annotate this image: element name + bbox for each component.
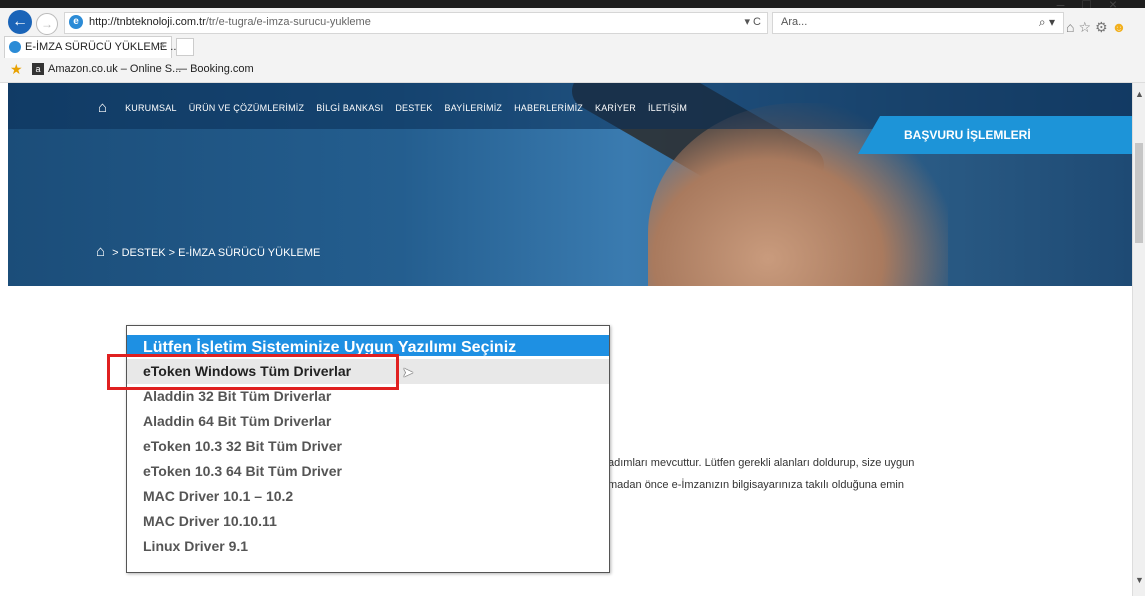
dropdown-header[interactable]: Lütfen İşletim Sisteminize Uygun Yazılım… <box>127 335 609 356</box>
ie-icon: e <box>69 15 83 29</box>
refresh-icon[interactable]: ▾ C <box>744 15 761 28</box>
window-titlebar <box>0 0 1145 8</box>
forward-arrow-icon[interactable]: → <box>36 13 58 35</box>
new-tab-button[interactable] <box>176 38 194 56</box>
mouse-cursor-icon: ➤ <box>402 364 414 380</box>
favorites-bar: ★ a Amazon.co.uk – Online S... — Booking… <box>0 58 1145 83</box>
search-icon[interactable]: ⌕ ▾ <box>1039 15 1055 30</box>
basvuru-label: BAŞVURU İŞLEMLERİ <box>904 128 1031 142</box>
nav-item-urun[interactable]: ÜRÜN VE ÇÖZÜMLERİMİZ <box>189 103 305 113</box>
nav-item-iletisim[interactable]: İLETİŞİM <box>648 103 687 113</box>
gear-icon[interactable]: ⚙ <box>1095 19 1112 35</box>
nav-item-kurumsal[interactable]: KURUMSAL <box>125 103 177 113</box>
dropdown-option[interactable]: Aladdin 64 Bit Tüm Driverlar <box>127 409 609 434</box>
favorites-star-icon[interactable]: ★ <box>10 61 23 78</box>
nav-item-bayilerimiz[interactable]: BAYİLERİMİZ <box>445 103 503 113</box>
dropdown-option[interactable]: MAC Driver 10.10.11 <box>127 509 609 534</box>
tab-close-icon[interactable]: × <box>159 40 165 52</box>
breadcrumb: ⌂ > DESTEK > E-İMZA SÜRÜCÜ YÜKLEME <box>96 243 320 260</box>
body-line-1: adımları mevcuttur. Lütfen gerekli alanl… <box>608 457 915 469</box>
nav-item-bilgi[interactable]: BİLGİ BANKASI <box>316 103 383 113</box>
body-line-2: madan önce e-İmzanızın bilgisayarınıza t… <box>608 479 904 491</box>
smiley-icon[interactable]: ☻ <box>1112 19 1131 35</box>
scroll-down-icon[interactable]: ▼ <box>1135 575 1144 585</box>
nav-item-kariyer[interactable]: KARİYER <box>595 103 636 113</box>
toolbar-icons: ⌂☆⚙☻ <box>1066 19 1130 36</box>
nav-home-icon[interactable]: ⌂ <box>98 99 107 116</box>
address-bar-row: ← → e http://tnbteknoloji.com.tr/tr/e-tu… <box>0 8 1145 36</box>
search-placeholder: Ara... <box>781 16 808 28</box>
tab-title: E-İMZA SÜRÜCÜ YÜKLEME ... <box>25 41 180 53</box>
page-scrollbar[interactable]: ▲ ▼ <box>1132 83 1145 596</box>
url-text[interactable]: http://tnbteknoloji.com.tr/tr/e-tugra/e-… <box>89 16 371 28</box>
scroll-thumb[interactable] <box>1135 143 1143 243</box>
breadcrumb-home-icon[interactable]: ⌂ <box>96 243 105 260</box>
highlight-annotation <box>107 354 399 390</box>
nav-item-haberlerimiz[interactable]: HABERLERİMİZ <box>514 103 583 113</box>
tab-ie-icon <box>9 41 21 53</box>
dropdown-option[interactable]: eToken 10.3 64 Bit Tüm Driver <box>127 459 609 484</box>
search-input[interactable]: Ara... ⌕ ▾ <box>772 12 1064 34</box>
hero-banner: ⌂ KURUMSAL ÜRÜN VE ÇÖZÜMLERİMİZ BİLGİ BA… <box>8 83 1132 286</box>
star-icon[interactable]: ☆ <box>1078 19 1095 35</box>
breadcrumb-text[interactable]: > DESTEK > E-İMZA SÜRÜCÜ YÜKLEME <box>112 247 320 259</box>
home-icon[interactable]: ⌂ <box>1066 19 1078 35</box>
scroll-up-icon[interactable]: ▲ <box>1135 89 1144 99</box>
body-paragraph: adımları mevcuttur. Lütfen gerekli alanl… <box>608 452 914 496</box>
amazon-icon: a <box>32 63 44 75</box>
nav-item-destek[interactable]: DESTEK <box>395 103 432 113</box>
main-nav: ⌂ KURUMSAL ÜRÜN VE ÇÖZÜMLERİMİZ BİLGİ BA… <box>98 99 687 116</box>
dropdown-option[interactable]: eToken 10.3 32 Bit Tüm Driver <box>127 434 609 459</box>
basvuru-button[interactable]: BAŞVURU İŞLEMLERİ <box>858 116 1132 154</box>
tab-active[interactable]: E-İMZA SÜRÜCÜ YÜKLEME ... × <box>4 36 179 59</box>
favorite-amazon[interactable]: Amazon.co.uk – Online S... <box>48 63 181 75</box>
dropdown-option[interactable]: MAC Driver 10.1 – 10.2 <box>127 484 609 509</box>
address-bar[interactable]: e http://tnbteknoloji.com.tr/tr/e-tugra/… <box>64 12 768 34</box>
back-arrow-icon[interactable]: ← <box>8 10 32 34</box>
tab-bar: E-İMZA SÜRÜCÜ YÜKLEME ... × <box>0 36 1145 59</box>
favorite-booking[interactable]: — Booking.com <box>176 63 254 75</box>
dropdown-option[interactable]: Linux Driver 9.1 <box>127 534 609 559</box>
